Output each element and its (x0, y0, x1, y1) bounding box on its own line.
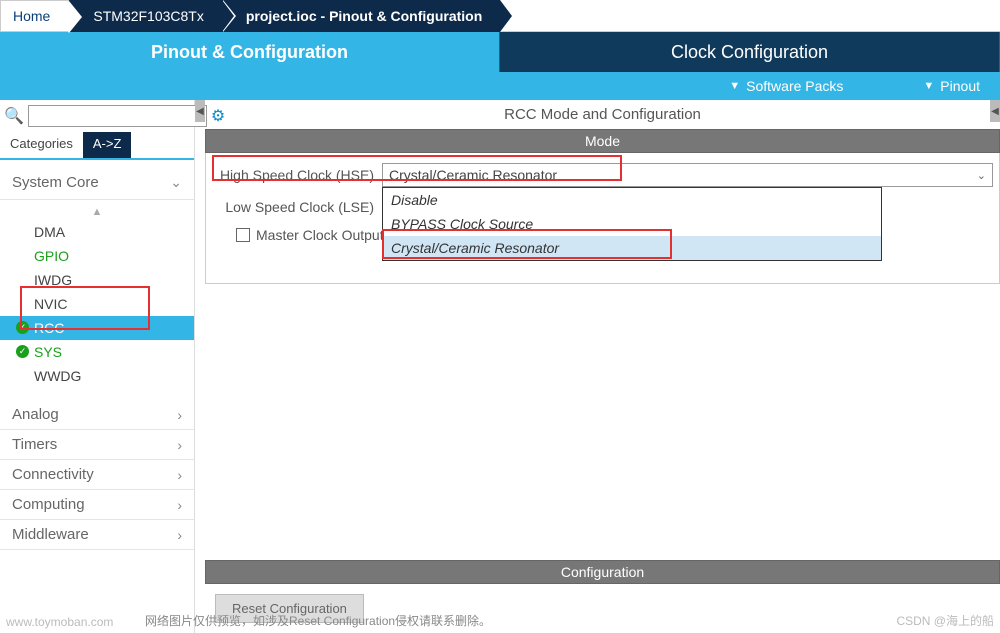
chevron-right-icon: › (177, 497, 182, 513)
section-label: Connectivity (12, 466, 94, 483)
option-disable[interactable]: Disable (383, 188, 881, 212)
hse-label: High Speed Clock (HSE) (212, 167, 382, 183)
tab-clock-config[interactable]: Clock Configuration (500, 32, 1000, 72)
breadcrumb-file[interactable]: project.ioc - Pinout & Configuration (222, 0, 500, 32)
section-label: Timers (12, 436, 57, 453)
section-connectivity[interactable]: Connectivity › (0, 460, 194, 490)
breadcrumb-home[interactable]: Home (0, 0, 69, 32)
panel-title: RCC Mode and Configuration (205, 100, 1000, 129)
section-analog[interactable]: Analog › (0, 400, 194, 430)
lse-dropdown-list: Disable BYPASS Clock Source Crystal/Cera… (382, 187, 882, 261)
main-tabs: Pinout & Configuration Clock Configurati… (0, 32, 1000, 72)
main-panel: ◀ ◀ RCC Mode and Configuration Mode High… (195, 100, 1000, 633)
pinout-dropdown[interactable]: ▼ Pinout (923, 78, 980, 94)
software-packs-dropdown[interactable]: ▼ Software Packs (729, 78, 843, 94)
check-icon: ✓ (16, 345, 29, 358)
hse-value: Crystal/Ceramic Resonator (389, 167, 557, 183)
tree-item-dma[interactable]: DMA (0, 220, 194, 244)
search-input[interactable] (28, 105, 207, 127)
search-icon[interactable]: 🔍 (4, 106, 24, 126)
tree-item-iwdg[interactable]: IWDG (0, 268, 194, 292)
option-bypass[interactable]: BYPASS Clock Source (383, 212, 881, 236)
pinout-label: Pinout (940, 78, 980, 94)
check-icon: ✓ (16, 321, 29, 334)
chevron-down-icon: ⌄ (170, 174, 182, 191)
section-system-core[interactable]: System Core ⌄ (0, 166, 194, 200)
section-label: System Core (12, 174, 99, 191)
chevron-right-icon: › (177, 467, 182, 483)
watermark: 网络图片仅供预览，如涉及Reset Configuration侵权请联系删除。 (145, 612, 491, 629)
section-label: Computing (12, 496, 85, 513)
mode-header: Mode (205, 129, 1000, 153)
tree-item-gpio[interactable]: GPIO (0, 244, 194, 268)
breadcrumb: Home STM32F103C8Tx project.ioc - Pinout … (0, 0, 1000, 32)
chevron-right-icon: › (177, 407, 182, 423)
lse-label: Low Speed Clock (LSE) (212, 199, 382, 215)
section-label: Middleware (12, 526, 89, 543)
tab-pinout-config[interactable]: Pinout & Configuration (0, 32, 500, 72)
section-middleware[interactable]: Middleware › (0, 520, 194, 550)
chevron-down-icon: ▼ (923, 80, 934, 92)
scroll-right-button[interactable]: ◀ (990, 100, 1000, 122)
mode-body: High Speed Clock (HSE) Crystal/Ceramic R… (205, 153, 1000, 284)
chevron-down-icon: ⌄ (977, 169, 986, 182)
mco-label: Master Clock Output (256, 227, 384, 243)
breadcrumb-chip[interactable]: STM32F103C8Tx (69, 0, 221, 32)
tree-item-sys[interactable]: ✓ SYS (0, 340, 194, 364)
section-timers[interactable]: Timers › (0, 430, 194, 460)
chevron-right-icon: › (177, 437, 182, 453)
sidebar: 🔍 ⚙ Categories A->Z System Core ⌄ ▲ DMA … (0, 100, 195, 633)
watermark: www.toymoban.com (6, 615, 113, 629)
tree-item-nvic[interactable]: NVIC (0, 292, 194, 316)
tree-item-label: RCC (34, 320, 64, 336)
watermark: CSDN @海上的船 (896, 612, 994, 629)
software-packs-label: Software Packs (746, 78, 843, 94)
scroll-left-button[interactable]: ◀ (195, 100, 205, 122)
chevron-down-icon: ▼ (729, 80, 740, 92)
option-crystal[interactable]: Crystal/Ceramic Resonator (383, 236, 881, 260)
sub-toolbar: ▼ Software Packs ▼ Pinout (0, 72, 1000, 100)
tree-item-wwdg[interactable]: WWDG (0, 364, 194, 388)
config-header: Configuration (205, 560, 1000, 584)
mco-checkbox[interactable] (236, 228, 250, 242)
scroll-up-icon: ▲ (0, 204, 194, 220)
tree-item-rcc[interactable]: ✓ RCC (0, 316, 194, 340)
section-label: Analog (12, 406, 59, 423)
section-computing[interactable]: Computing › (0, 490, 194, 520)
hse-select[interactable]: Crystal/Ceramic Resonator ⌄ (382, 163, 993, 187)
tree-item-label: SYS (34, 344, 62, 360)
chevron-right-icon: › (177, 527, 182, 543)
tab-az-sort[interactable]: A->Z (83, 132, 132, 158)
tab-categories[interactable]: Categories (0, 132, 83, 158)
